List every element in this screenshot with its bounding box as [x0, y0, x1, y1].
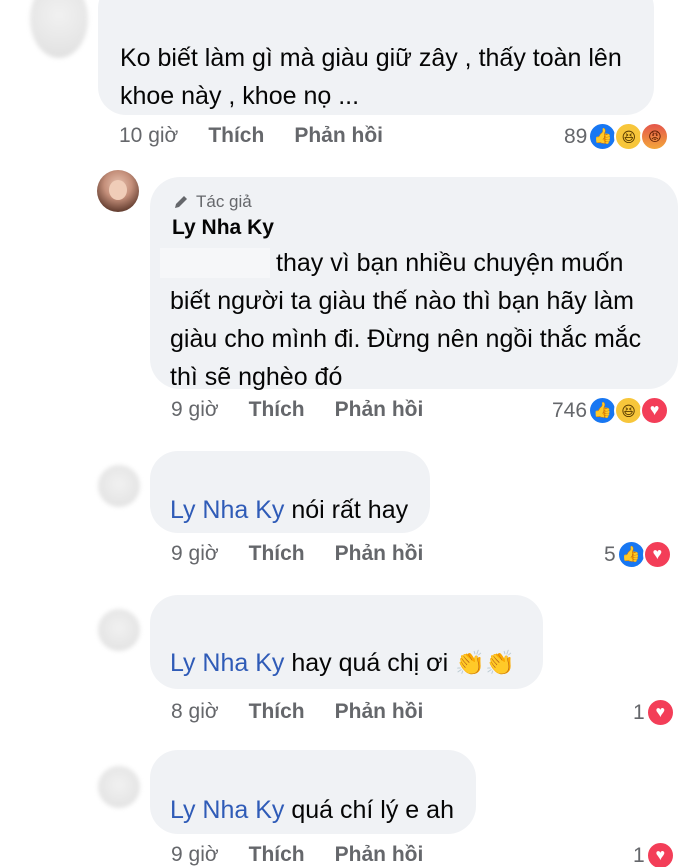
reply-button[interactable]: Phản hồi: [335, 700, 424, 724]
author-badge: Tác giả: [172, 192, 252, 212]
reaction-summary[interactable]: 746 👍 😆 ♥: [552, 396, 670, 425]
reply-text: Ly Nha Ky quá chí lý e ah: [170, 791, 454, 829]
author-badge-label: Tác giả: [196, 192, 252, 211]
reply-time[interactable]: 8 giờ: [171, 700, 219, 724]
like-button[interactable]: Thích: [249, 700, 305, 724]
reaction-summary[interactable]: 5 👍 ♥: [604, 540, 672, 569]
like-icon: 👍: [588, 396, 618, 425]
comment-text: Ko biết làm gì mà giàu giữ zây , thấy to…: [120, 44, 622, 110]
like-button[interactable]: Thích: [249, 542, 305, 566]
comment-meta: 10 giờ Thích Phản hồi: [119, 124, 383, 148]
mention-link[interactable]: Ly Nha Ky: [170, 796, 284, 824]
reaction-count: 5: [604, 542, 616, 566]
commenter-avatar[interactable]: [98, 766, 140, 808]
mention-link[interactable]: Ly Nha Ky: [170, 649, 284, 677]
love-icon: ♥: [642, 540, 672, 569]
comment-time[interactable]: 10 giờ: [119, 124, 178, 148]
reply-text-body: hay quá chị ơi: [291, 649, 449, 677]
reply-meta: 9 giờ Thích Phản hồi: [171, 398, 423, 422]
reply-text-body: nói rất hay: [291, 496, 409, 524]
reply-button[interactable]: Phản hồi: [335, 843, 424, 867]
reply-time[interactable]: 9 giờ: [171, 542, 219, 566]
commenter-avatar[interactable]: [30, 0, 88, 58]
like-button[interactable]: Thích: [249, 843, 305, 867]
reply-text-line1: thay vì bạn nhiều chuyện muốn: [276, 249, 624, 277]
reply-meta: 9 giờ Thích Phản hồi: [171, 542, 423, 566]
reaction-count: 746: [552, 398, 588, 422]
love-icon: ♥: [645, 841, 675, 867]
reaction-summary[interactable]: 1 ♥: [633, 698, 675, 727]
reply-text: Ly Nha Ky nói rất hay: [170, 491, 408, 529]
author-name[interactable]: Ly Nha Ky: [172, 216, 274, 240]
love-icon: ♥: [640, 396, 670, 425]
mention-link[interactable]: Ly Nha Ky: [170, 496, 284, 524]
reply-button[interactable]: Phản hồi: [335, 398, 424, 422]
like-button[interactable]: Thích: [249, 398, 305, 422]
reply-text: Ly Nha Ky hay quá chị ơi 👏👏: [170, 644, 515, 683]
reaction-count: 1: [633, 700, 645, 724]
commenter-avatar[interactable]: [98, 465, 140, 507]
reply-meta: 9 giờ Thích Phản hồi: [171, 843, 423, 867]
commenter-avatar[interactable]: [98, 609, 140, 651]
reply-time[interactable]: 9 giờ: [171, 843, 219, 867]
reaction-summary[interactable]: 89 👍 😆 😡: [564, 122, 670, 151]
reply-button[interactable]: Phản hồi: [335, 542, 424, 566]
author-avatar[interactable]: [97, 170, 139, 212]
redacted-area: [160, 248, 270, 278]
reply-time[interactable]: 9 giờ: [171, 398, 219, 422]
reply-meta: 8 giờ Thích Phản hồi: [171, 700, 423, 724]
like-icon: 👍: [588, 122, 618, 151]
pen-icon: [175, 196, 187, 208]
haha-icon: 😆: [614, 122, 644, 151]
angry-icon: 😡: [640, 122, 670, 151]
like-button[interactable]: Thích: [208, 124, 264, 148]
reaction-summary[interactable]: 1 ♥: [633, 841, 675, 867]
like-icon: 👍: [616, 540, 646, 569]
reply-button[interactable]: Phản hồi: [294, 124, 383, 148]
reply-text-body: quá chí lý e ah: [291, 796, 454, 824]
reaction-count: 89: [564, 124, 588, 148]
haha-icon: 😆: [614, 396, 644, 425]
reaction-count: 1: [633, 843, 645, 867]
reply-text: biết người ta giàu thế nào thì bạn hãy l…: [170, 287, 642, 391]
clapping-hands-emoji: 👏👏: [455, 650, 515, 677]
love-icon: ♥: [645, 698, 675, 727]
